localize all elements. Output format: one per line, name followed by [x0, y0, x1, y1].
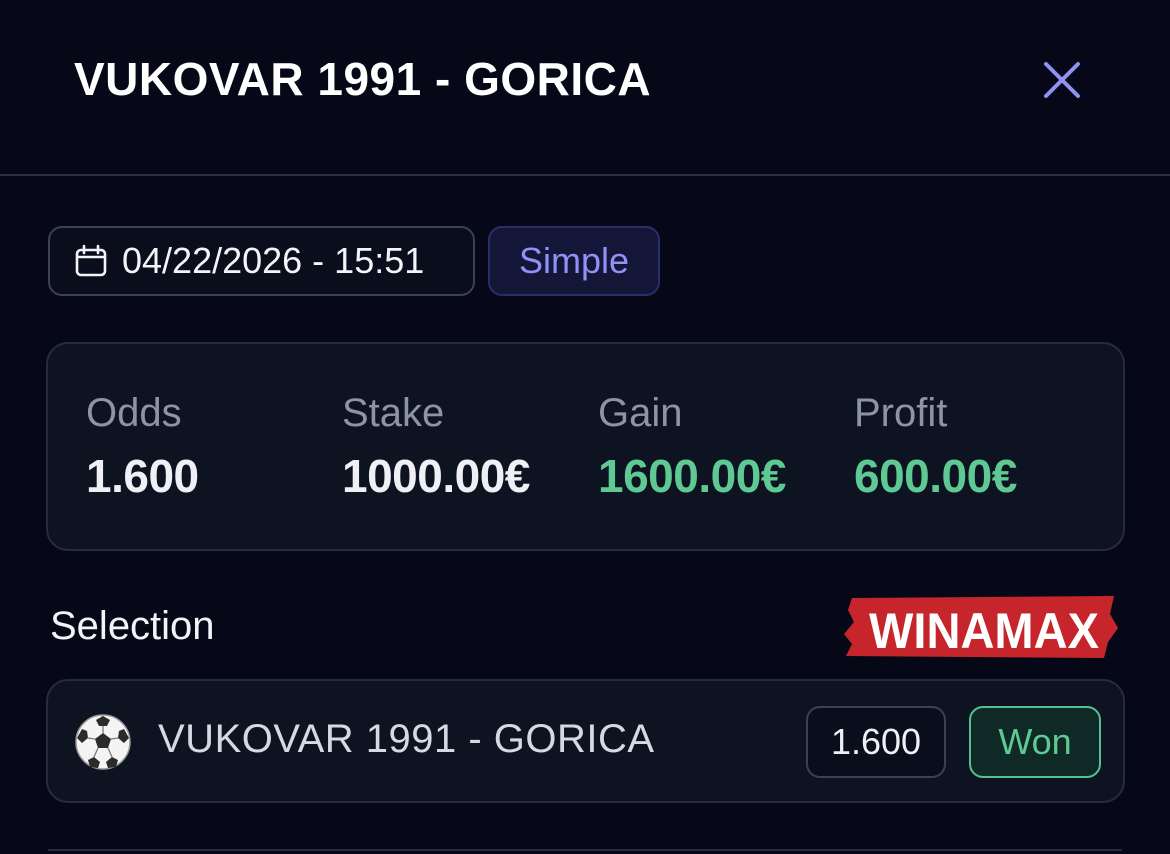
bookmaker-logo: WINAMAX [844, 596, 1118, 659]
stat-profit-label: Profit [854, 391, 948, 435]
stats-card: Odds 1.600 Stake 1000.00€ Gain 1600.00€ … [46, 342, 1125, 551]
stat-profit-value: 600.00€ [854, 450, 1017, 502]
stat-odds-value: 1.600 [86, 450, 199, 502]
selection-heading: Selection [50, 604, 215, 648]
stat-profit: Profit 600.00€ [854, 390, 1017, 504]
modal-header: VUKOVAR 1991 - GORICA [0, 0, 1170, 176]
divider [48, 849, 1122, 851]
close-icon [1044, 62, 1080, 98]
soccer-ball-icon [75, 714, 131, 770]
bet-type-label: Simple [518, 240, 630, 281]
stat-odds: Odds 1.600 [86, 390, 199, 504]
status-badge: Won [969, 706, 1101, 778]
date-chip: 04/22/2026 - 15:51 [48, 226, 475, 296]
stat-stake-value: 1000.00€ [342, 450, 530, 502]
bet-datetime: 04/22/2026 - 15:51 [122, 240, 425, 281]
stat-stake-label: Stake [342, 391, 445, 435]
close-button[interactable] [1036, 54, 1088, 106]
stat-gain: Gain 1600.00€ [598, 390, 786, 504]
calendar-icon [75, 244, 107, 277]
page-title: VUKOVAR 1991 - GORICA [74, 53, 652, 105]
selection-match-name: VUKOVAR 1991 - GORICA [158, 717, 655, 761]
bookmaker-name: WINAMAX [869, 603, 1099, 659]
bet-type-badge: Simple [488, 226, 660, 296]
stat-gain-value: 1600.00€ [598, 450, 786, 502]
selection-item[interactable]: VUKOVAR 1991 - GORICA 1.600 Won [46, 679, 1125, 803]
stat-stake: Stake 1000.00€ [342, 390, 530, 504]
stat-odds-label: Odds [86, 391, 182, 435]
stat-gain-label: Gain [598, 391, 683, 435]
selection-odds-badge: 1.600 [806, 706, 946, 778]
